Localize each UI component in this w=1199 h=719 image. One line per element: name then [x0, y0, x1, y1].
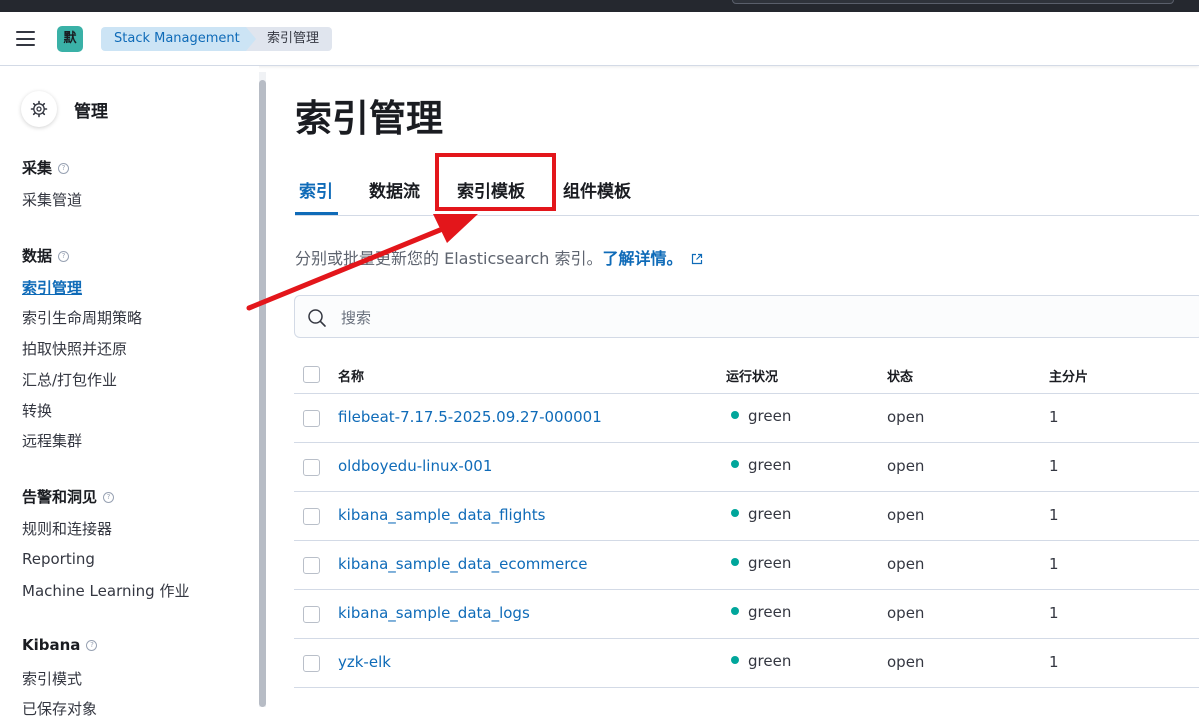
annotation-arrow	[246, 214, 478, 311]
